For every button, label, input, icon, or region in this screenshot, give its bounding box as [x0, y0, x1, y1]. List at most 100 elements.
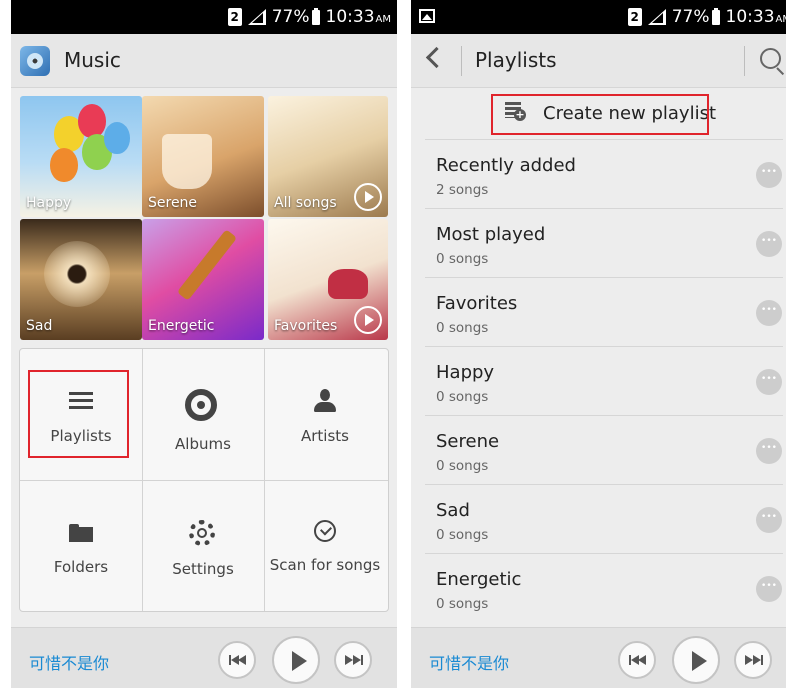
playlist-song-count: 0 songs	[436, 458, 489, 474]
page-title: Music	[64, 48, 121, 72]
menu-label: Albums	[175, 435, 231, 453]
battery-icon	[711, 7, 720, 25]
play-icon[interactable]	[354, 306, 382, 334]
status-bar: 2 77% 10:33AM	[11, 0, 397, 34]
add-playlist-icon	[505, 102, 526, 122]
next-track-button[interactable]	[734, 641, 772, 679]
menu-settings[interactable]: Settings	[142, 480, 264, 611]
menu-artists[interactable]: Artists	[264, 349, 386, 480]
paintbrush-image	[176, 229, 238, 301]
create-playlist-label: Create new playlist	[543, 103, 717, 124]
sim-icon: 2	[227, 8, 242, 26]
playlist-name: Energetic	[436, 569, 522, 590]
tile-favorites[interactable]: Favorites	[268, 219, 388, 340]
music-app-icon	[20, 46, 50, 76]
menu-albums[interactable]: Albums	[142, 349, 264, 480]
menu-label: Scan for songs	[269, 556, 381, 574]
menu-label: Artists	[301, 427, 349, 445]
more-options-icon[interactable]	[756, 162, 782, 188]
tile-label: Sad	[26, 318, 53, 334]
playlist-item-energetic[interactable]: Energetic 0 songs	[425, 553, 783, 622]
playlist-name: Recently added	[436, 155, 576, 176]
create-new-playlist-button[interactable]: Create new playlist	[411, 88, 786, 139]
battery-percent: 77%	[271, 7, 310, 27]
sim-icon: 2	[627, 8, 642, 26]
playlist-song-count: 0 songs	[436, 320, 489, 336]
gift-ribbon-image	[328, 269, 368, 299]
menu-playlists[interactable]: Playlists	[20, 349, 142, 480]
now-playing-title[interactable]: 可惜不是你	[429, 650, 509, 674]
list-icon	[69, 389, 93, 413]
more-options-icon[interactable]	[756, 369, 782, 395]
play-icon[interactable]	[354, 183, 382, 211]
divider	[744, 46, 745, 76]
playlist-item-favorites[interactable]: Favorites 0 songs	[425, 277, 783, 346]
page-title: Playlists	[475, 48, 557, 72]
playlist-song-count: 2 songs	[436, 182, 489, 198]
menu-label: Folders	[53, 558, 109, 576]
play-button[interactable]	[672, 636, 720, 684]
status-icons: 2 77% 10:33AM	[627, 0, 786, 34]
dandelion-image	[44, 241, 110, 307]
more-options-icon[interactable]	[756, 438, 782, 464]
playlist-name: Happy	[436, 362, 495, 383]
play-button[interactable]	[272, 636, 320, 684]
artist-icon	[313, 389, 337, 413]
playlist-item-happy[interactable]: Happy 0 songs	[425, 346, 783, 415]
playlist-name: Favorites	[436, 293, 518, 314]
scan-icon	[314, 520, 336, 542]
menu-label: Settings	[172, 560, 234, 578]
cup-image	[162, 134, 212, 189]
music-home-screen: 2 77% 10:33AM Music Happy Serene All son…	[11, 0, 397, 688]
signal-icon	[247, 9, 266, 25]
tile-label: Happy	[26, 195, 72, 211]
app-header: Playlists	[411, 34, 786, 88]
playlist-name: Most played	[436, 224, 546, 245]
signal-icon	[647, 9, 666, 25]
playlist-item-recently-added[interactable]: Recently added 2 songs	[425, 139, 783, 208]
playlist-item-sad[interactable]: Sad 0 songs	[425, 484, 783, 553]
menu-scan-for-songs[interactable]: Scan for songs	[264, 480, 386, 611]
tile-energetic[interactable]: Energetic	[142, 219, 264, 340]
album-icon	[185, 389, 217, 421]
playlists-screen: 2 77% 10:33AM Playlists Create new playl…	[411, 0, 786, 688]
menu-label: Playlists	[50, 427, 112, 445]
battery-icon	[311, 7, 320, 25]
menu-folders[interactable]: Folders	[20, 480, 142, 611]
previous-track-button[interactable]	[218, 641, 256, 679]
clock: 10:33AM	[725, 7, 786, 27]
mini-player: 可惜不是你	[411, 627, 786, 688]
divider	[461, 46, 462, 76]
tile-happy[interactable]: Happy	[20, 96, 142, 217]
more-options-icon[interactable]	[756, 507, 782, 533]
previous-track-button[interactable]	[618, 641, 656, 679]
more-options-icon[interactable]	[756, 576, 782, 602]
library-menu: Playlists Albums Artists Folders Setting…	[19, 348, 389, 612]
tile-serene[interactable]: Serene	[142, 96, 264, 217]
tile-label: Favorites	[274, 318, 338, 334]
playlist-song-count: 0 songs	[436, 527, 489, 543]
status-icons: 2 77% 10:33AM	[227, 0, 391, 34]
playlist-song-count: 0 songs	[436, 389, 489, 405]
tile-sad[interactable]: Sad	[20, 219, 142, 340]
playlist-item-serene[interactable]: Serene 0 songs	[425, 415, 783, 484]
clock: 10:33AM	[325, 7, 391, 27]
search-icon[interactable]	[760, 48, 781, 69]
playlist-song-count: 0 songs	[436, 596, 489, 612]
back-icon[interactable]	[425, 46, 448, 69]
folder-icon	[69, 520, 93, 544]
tile-all-songs[interactable]: All songs	[268, 96, 388, 217]
tile-label: Serene	[148, 195, 198, 211]
more-options-icon[interactable]	[756, 300, 782, 326]
next-track-button[interactable]	[334, 641, 372, 679]
status-bar: 2 77% 10:33AM	[411, 0, 786, 34]
playlist-song-count: 0 songs	[436, 251, 489, 267]
more-options-icon[interactable]	[756, 231, 782, 257]
playlist-item-most-played[interactable]: Most played 0 songs	[425, 208, 783, 277]
tile-label: All songs	[274, 195, 337, 211]
now-playing-title[interactable]: 可惜不是你	[29, 650, 109, 674]
app-header: Music	[11, 34, 397, 88]
battery-percent: 77%	[671, 7, 710, 27]
settings-icon	[189, 520, 215, 546]
mini-player: 可惜不是你	[11, 627, 397, 688]
